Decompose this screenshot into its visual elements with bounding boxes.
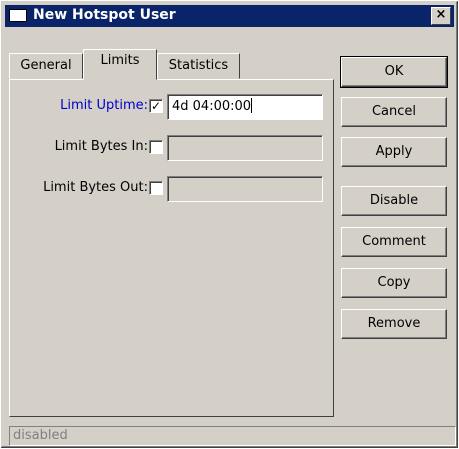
window-title: New Hotspot User bbox=[33, 7, 176, 23]
text-caret bbox=[251, 98, 253, 113]
limit-bytes-out-checkbox[interactable] bbox=[149, 181, 163, 195]
close-button[interactable]: × bbox=[431, 7, 451, 25]
limit-uptime-label: Limit Uptime: bbox=[60, 98, 148, 113]
comment-button[interactable]: Comment bbox=[341, 227, 447, 257]
status-bar: disabled bbox=[9, 426, 456, 446]
limit-bytes-out-label: Limit Bytes Out: bbox=[43, 180, 148, 195]
tab-limits[interactable]: Limits bbox=[83, 49, 157, 80]
limit-bytes-in-checkbox[interactable] bbox=[149, 140, 163, 154]
limit-uptime-checkbox[interactable]: ✓ bbox=[149, 99, 163, 113]
title-bar[interactable]: New Hotspot User × bbox=[5, 5, 454, 27]
ok-button[interactable]: OK bbox=[340, 56, 448, 88]
remove-button[interactable]: Remove bbox=[341, 309, 447, 339]
apply-button[interactable]: Apply bbox=[341, 137, 447, 167]
limit-bytes-out-input[interactable] bbox=[167, 176, 323, 202]
limit-uptime-value: 4d 04:00:00 bbox=[172, 99, 252, 114]
cancel-button[interactable]: Cancel bbox=[341, 97, 447, 127]
disable-button[interactable]: Disable bbox=[341, 186, 447, 216]
limit-bytes-in-row: Limit Bytes In: bbox=[20, 135, 148, 161]
tab-statistics[interactable]: Statistics bbox=[157, 53, 240, 79]
hotspot-user-dialog: New Hotspot User × General Limits Statis… bbox=[0, 0, 459, 449]
window-icon bbox=[9, 9, 27, 22]
limit-bytes-in-label: Limit Bytes In: bbox=[54, 139, 148, 154]
limits-panel: Limit Uptime: ✓ 4d 04:00:00 Limit Bytes … bbox=[9, 79, 334, 417]
limit-uptime-row: Limit Uptime: bbox=[20, 94, 148, 120]
tab-general[interactable]: General bbox=[9, 53, 83, 79]
limit-bytes-out-row: Limit Bytes Out: bbox=[20, 176, 148, 202]
limit-bytes-in-input[interactable] bbox=[167, 135, 323, 161]
copy-button[interactable]: Copy bbox=[341, 268, 447, 298]
limit-uptime-input[interactable]: 4d 04:00:00 bbox=[167, 94, 323, 120]
